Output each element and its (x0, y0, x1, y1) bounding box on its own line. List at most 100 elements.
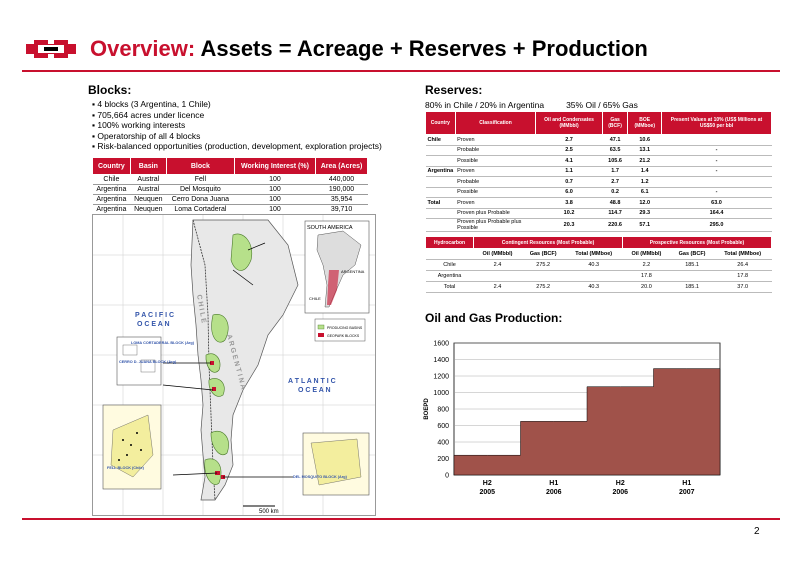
x-tick-label: H1 (682, 480, 691, 487)
table-row: Proven plus Probable 10.2 114.7 29.3 164.4 (425, 208, 772, 219)
table-cell: 40.3 (564, 281, 623, 293)
table-cell: 164.4 (661, 208, 772, 219)
table-row: Chile Proven 2.7 47.1 10.6 (425, 134, 772, 146)
table-cell: 105.6 (602, 155, 628, 167)
reserves-table-header: Present Values at 10% (US$ Millions at U… (661, 111, 772, 135)
table-cell: Austral (130, 174, 167, 185)
table-cell: Fell (166, 174, 235, 185)
table-row: Proven plus Probable plus Possible 20.3 22… (425, 218, 772, 232)
table-cell: 3.8 (535, 197, 603, 209)
y-tick-label: 1200 (433, 374, 449, 381)
resources-group-header: Hydrocarbon (424, 236, 475, 249)
table-cell: 37.0 (713, 281, 772, 293)
table-cell: Probable (455, 145, 536, 156)
table-cell: Argentina (92, 204, 131, 215)
x-tick-label: 2007 (679, 489, 695, 496)
table-cell: 10.2 (535, 208, 603, 219)
table-cell: 13.1 (627, 145, 662, 156)
table-cell: Total (425, 197, 456, 209)
table-cell: 39,710 (315, 204, 368, 215)
table-cell: Argentina (92, 194, 131, 205)
table-cell: Austral (130, 184, 167, 195)
table-cell: 63.5 (602, 145, 628, 156)
table-cell: 185.1 (670, 281, 714, 293)
table-cell: Proven plus Probable plus Possible (455, 218, 536, 232)
table-cell: 220.6 (602, 218, 628, 232)
svg-text:O C E A N: O C E A N (298, 387, 331, 394)
table-cell: 440,000 (315, 174, 368, 185)
table-cell: - (661, 166, 772, 177)
table-cell (425, 218, 456, 232)
table-cell (425, 155, 456, 167)
table-cell: 40.3 (564, 259, 623, 271)
reserves-heading: Reserves: (425, 83, 483, 97)
table-cell: 4.1 (535, 155, 603, 167)
table-row: Argentina Neuquen Cerro Dona Juana 100 35,95… (92, 194, 368, 205)
y-tick-label: 1600 (433, 341, 449, 348)
map-scale-label: 500 km (259, 509, 279, 515)
table-cell: Loma Cortaderal (166, 204, 235, 215)
y-tick-label: 400 (437, 440, 449, 447)
x-tick-label: H1 (549, 480, 558, 487)
table-cell: Chile (425, 259, 474, 271)
table-cell: 12.0 (627, 197, 662, 209)
resources-sub-header (425, 248, 474, 260)
blocks-bullet: Operatorship of all 4 blocks (92, 131, 392, 142)
table-row: Total Proven 3.8 48.8 12.0 63.0 (425, 197, 772, 209)
table-cell (521, 270, 565, 282)
table-cell (425, 187, 456, 198)
resources-sub-header: Oil (MMbbl) (473, 248, 522, 260)
table-cell: 185.1 (670, 259, 714, 271)
reserves-table-header: Oil and Condensates (MMbbl) (535, 111, 603, 135)
table-cell: 2.4 (473, 259, 522, 271)
reserves-split: 80% in Chile / 20% in Argentina 35% Oil /… (425, 100, 638, 110)
svg-text:CHILE: CHILE (309, 296, 321, 301)
table-cell: 10.6 (627, 134, 662, 146)
svg-text:GEOPARK BLOCKS: GEOPARK BLOCKS (327, 334, 360, 338)
x-tick-label: 2006 (546, 489, 562, 496)
svg-text:DEL MOSQUITO BLOCK (Arg): DEL MOSQUITO BLOCK (Arg) (293, 475, 348, 479)
table-row: Possible 4.1 105.6 21.2- (425, 155, 772, 167)
table-cell: 100 (234, 184, 316, 195)
table-cell: 2.4 (473, 281, 522, 293)
resources-table: Hydrocarbon Contingent Resources (Most Pr… (424, 236, 772, 293)
table-row: Total 2.4 275.2 40.3 20.0 185.1 37.0 (425, 281, 772, 293)
table-cell: Del Mosquito (166, 184, 235, 195)
svg-text:FELL BLOCK (Chile): FELL BLOCK (Chile) (107, 466, 145, 470)
svg-text:LOMA CORTADERAL BLOCK (Arg): LOMA CORTADERAL BLOCK (Arg) (131, 341, 195, 345)
blocks-table-header: Basin (129, 157, 167, 175)
table-cell: 100 (234, 204, 316, 215)
table-cell: Argentina (425, 270, 474, 282)
table-cell: 0.7 (535, 176, 603, 188)
inset-title: SOUTH AMERICA (307, 225, 353, 231)
resources-group-header: Prospective Resources (Most Probable) (622, 236, 772, 249)
table-cell: 63.0 (661, 197, 772, 209)
table-row: Possible 6.0 0.2 6.1- (425, 187, 772, 198)
table-cell: 2.2 (622, 259, 671, 271)
y-axis-label: BOEPD (424, 398, 430, 420)
table-cell: Proven (455, 197, 536, 209)
table-cell: 29.3 (627, 208, 662, 219)
table-cell: Possible (455, 155, 536, 167)
table-cell: Proven plus Probable (455, 208, 536, 219)
svg-text:ARGENTINA: ARGENTINA (341, 269, 365, 274)
resources-sub-header: Gas (BCF) (670, 248, 714, 260)
table-cell: Cerro Dona Juana (166, 194, 235, 205)
production-heading: Oil and Gas Production: (425, 311, 563, 325)
table-row: Argentina Neuquen Loma Cortaderal 100 39,710 (92, 204, 368, 215)
x-tick-label: H2 (483, 480, 492, 487)
reserves-table-header: Gas (BCF) (601, 111, 629, 135)
title-divider (22, 70, 780, 72)
table-cell: Neuquen (130, 204, 167, 215)
blocks-bullet: 705,664 acres under licence (92, 110, 392, 121)
table-cell: 0.2 (602, 187, 628, 198)
reserves-table: Country Classification Oil and Condensates… (425, 111, 772, 232)
table-row: Argentina 17.8 17.8 (425, 270, 772, 282)
y-tick-label: 1400 (433, 357, 449, 364)
table-cell: Chile (425, 134, 456, 146)
x-tick-label: H2 (616, 480, 625, 487)
table-cell: 17.8 (622, 270, 671, 282)
table-cell: Chile (92, 174, 131, 185)
svg-text:CERRO D. JUANA BLOCK (Arg): CERRO D. JUANA BLOCK (Arg) (119, 360, 177, 364)
page-number: 2 (754, 526, 760, 537)
